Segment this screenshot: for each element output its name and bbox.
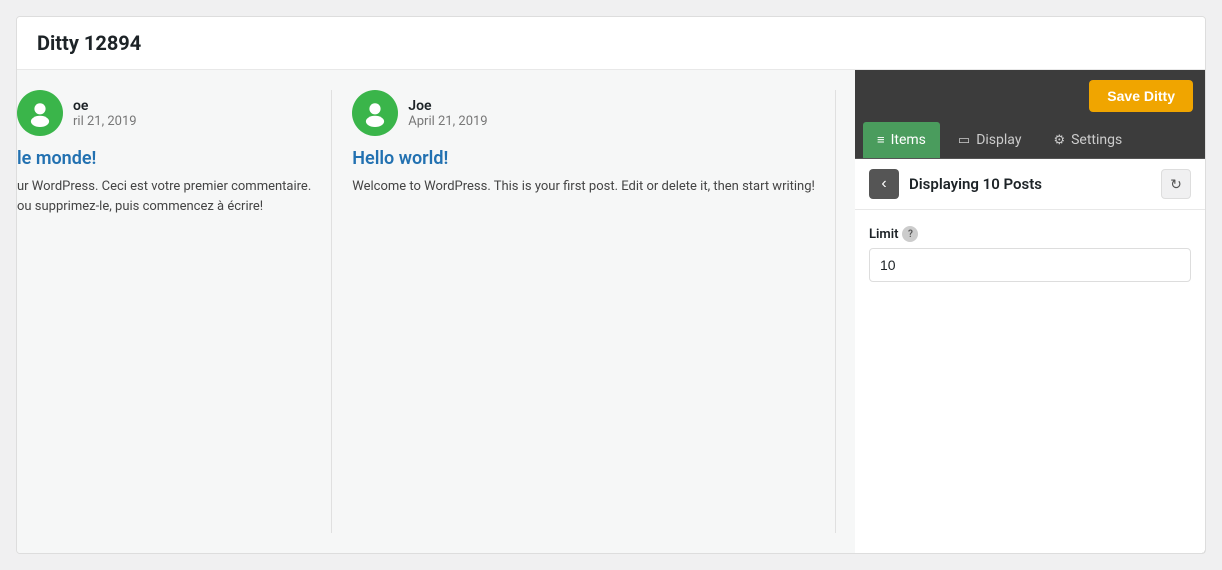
post-date: ril 21, 2019 [73, 114, 137, 129]
tab-items-label: Items [891, 132, 926, 148]
preview-panel: oe ril 21, 2019 le monde! ur WordPress. … [17, 70, 855, 553]
sidebar-panel: Save Ditty ≡ Items ▭ Display ⚙ Settings [855, 70, 1205, 553]
help-icon[interactable]: ? [902, 226, 918, 242]
tab-settings[interactable]: ⚙ Settings [1039, 122, 1136, 158]
tab-items[interactable]: ≡ Items [863, 122, 940, 158]
save-ditty-button[interactable]: Save Ditty [1089, 80, 1193, 112]
page-title: Ditty 12894 [37, 31, 1185, 55]
post-card-partial-left: oe ril 21, 2019 le monde! ur WordPress. … [17, 90, 332, 533]
subheader-title: Displaying 10 Posts [909, 175, 1161, 193]
settings-icon: ⚙ [1053, 133, 1065, 148]
sidebar-content: ‹ Displaying 10 Posts ↻ Limit ? [855, 159, 1205, 553]
avatar-icon-2 [361, 99, 389, 127]
post-date-2: April 21, 2019 [408, 114, 487, 129]
post-meta-2: Joe April 21, 2019 [352, 90, 815, 136]
post-card-partial-right: Bonjc BienvenuModifie [836, 90, 855, 533]
author-info: oe ril 21, 2019 [73, 98, 137, 129]
tab-settings-label: Settings [1071, 132, 1122, 148]
tab-display-label: Display [976, 132, 1021, 148]
outer-wrapper: Ditty 12894 [0, 0, 1222, 570]
post-meta: oe ril 21, 2019 [17, 90, 311, 136]
sidebar-subheader: ‹ Displaying 10 Posts ↻ [855, 159, 1205, 210]
limit-input[interactable] [869, 248, 1191, 282]
main-container: Ditty 12894 [16, 16, 1206, 554]
limit-label-text: Limit [869, 227, 898, 242]
refresh-button[interactable]: ↻ [1161, 169, 1191, 199]
back-button[interactable]: ‹ [869, 169, 899, 199]
avatar-2 [352, 90, 398, 136]
post-card-center: Joe April 21, 2019 Hello world! Welcome … [332, 90, 836, 533]
author-info-2: Joe April 21, 2019 [408, 98, 487, 129]
post-excerpt-2: Welcome to WordPress. This is your first… [352, 177, 815, 197]
page-header: Ditty 12894 [17, 17, 1205, 70]
avatar [17, 90, 63, 136]
author-name-2: Joe [408, 98, 487, 114]
post-excerpt: ur WordPress. Ceci est votre premier com… [17, 177, 311, 216]
sidebar-top-bar: Save Ditty [855, 70, 1205, 122]
post-title-2[interactable]: Hello world! [352, 148, 815, 169]
sidebar-fields: Limit ? [855, 210, 1205, 298]
tab-bar: ≡ Items ▭ Display ⚙ Settings [855, 122, 1205, 159]
post-title[interactable]: le monde! [17, 148, 311, 169]
content-area: oe ril 21, 2019 le monde! ur WordPress. … [17, 70, 1205, 553]
limit-label: Limit ? [869, 226, 1191, 242]
preview-scroll[interactable]: oe ril 21, 2019 le monde! ur WordPress. … [17, 70, 855, 553]
display-icon: ▭ [958, 133, 970, 148]
items-icon: ≡ [877, 132, 885, 148]
avatar-icon [26, 99, 54, 127]
tab-display[interactable]: ▭ Display [944, 122, 1036, 158]
author-name: oe [73, 98, 137, 114]
